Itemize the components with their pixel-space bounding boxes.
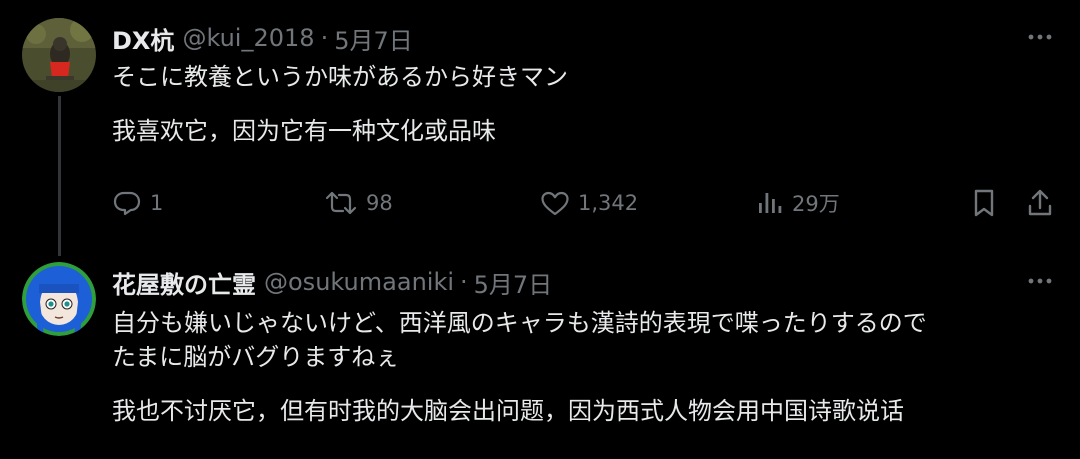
reply-button[interactable]: 1	[112, 186, 163, 220]
views-icon	[759, 193, 782, 213]
avatar-image	[22, 18, 96, 92]
tweet-1[interactable]: DX杭 @kui_2018 · 5月7日 そこに教養というか味があるから好きマン…	[0, 0, 1080, 256]
retweet-icon	[325, 191, 357, 215]
tweet-header: DX杭 @kui_2018 · 5月7日	[112, 21, 413, 55]
avatar-image	[22, 262, 96, 336]
more-icon[interactable]	[1026, 267, 1054, 295]
tweet-text-translation: 我喜欢它，因为它有一种文化或品味	[112, 117, 496, 145]
display-name[interactable]: 花屋敷の亡霊	[112, 265, 256, 300]
timestamp[interactable]: 5月7日	[334, 21, 413, 56]
tweet-header: 花屋敷の亡霊 @osukumaaniki · 5月7日	[112, 265, 552, 299]
tweet-text-original: そこに教養というか味があるから好きマン	[112, 63, 568, 91]
avatar[interactable]	[22, 262, 96, 336]
share-button[interactable]	[1026, 186, 1054, 220]
reply-icon	[113, 191, 141, 216]
timestamp[interactable]: 5月7日	[474, 265, 553, 300]
tweet-text-original-line-1: 自分も嫌いじゃないけど、西洋風のキャラも漢詩的表現で喋ったりするので	[112, 309, 927, 337]
separator-dot: ·	[460, 268, 468, 296]
retweet-button[interactable]: 98	[324, 186, 393, 220]
reply-count: 1	[150, 191, 164, 215]
like-count: 1,342	[578, 191, 639, 215]
views-button[interactable]: 29万	[756, 186, 840, 220]
retweet-count: 98	[366, 191, 393, 215]
avatar[interactable]	[22, 18, 96, 92]
tweet-text-translation: 我也不讨厌它，但有时我的大脑会出问题，因为西式人物会用中国诗歌说话	[112, 397, 904, 425]
bookmark-button[interactable]	[970, 186, 998, 220]
handle[interactable]: @kui_2018	[182, 24, 314, 52]
bookmark-icon	[974, 189, 994, 217]
separator-dot: ·	[320, 24, 329, 52]
share-icon	[1028, 189, 1052, 216]
like-icon	[541, 191, 569, 216]
view-count: 29万	[792, 192, 840, 216]
thread-line	[58, 96, 61, 256]
tweet-text-original-line-2: たまに脳がバグりますねぇ	[112, 343, 400, 371]
display-name[interactable]: DX杭	[112, 21, 174, 56]
more-icon[interactable]	[1026, 23, 1054, 51]
tweet-2[interactable]: 花屋敷の亡霊 @osukumaaniki · 5月7日 自分も嫌いじゃないけど、…	[0, 256, 1080, 459]
like-button[interactable]: 1,342	[540, 186, 638, 220]
handle[interactable]: @osukumaaniki	[264, 268, 454, 296]
